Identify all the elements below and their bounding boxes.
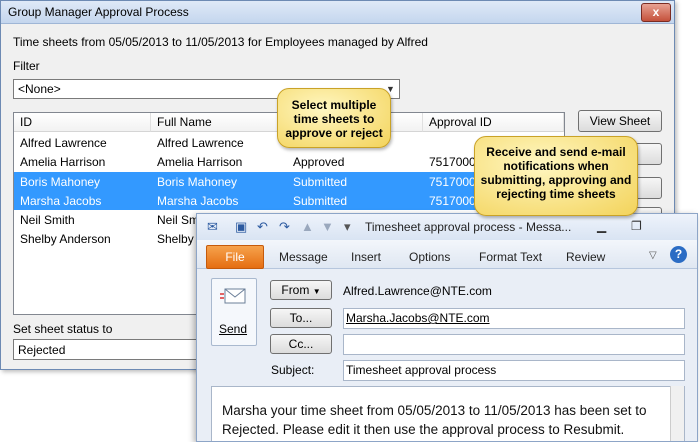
tab-format-text[interactable]: Format Text: [479, 250, 542, 264]
cell-id: Boris Mahoney: [20, 175, 101, 189]
cc-field[interactable]: [343, 334, 685, 355]
cc-button[interactable]: Cc...: [270, 334, 332, 354]
cell-id: Neil Smith: [20, 213, 75, 227]
message-body[interactable]: Marsha your time sheet from 05/05/2013 t…: [211, 386, 685, 441]
cell-id: Amelia Harrison: [20, 155, 106, 169]
redo-icon[interactable]: ↷: [279, 219, 290, 235]
help-icon[interactable]: ?: [670, 246, 687, 263]
restore-icon[interactable]: ❐: [631, 219, 642, 233]
callout-multi-select: Select multiple time sheets to approve o…: [277, 88, 391, 148]
message-body-text: Marsha your time sheet from 05/05/2013 t…: [222, 403, 647, 437]
arrow-up-icon[interactable]: ▲: [301, 219, 314, 234]
body-scrollbar[interactable]: [670, 386, 684, 441]
minimize-icon[interactable]: ▁: [597, 219, 606, 233]
message-title-bar: ✉ ▣ ↶ ↷ ▲ ▼ ▾ Timesheet approval process…: [197, 214, 697, 240]
cell-full-name: Marsha Jacobs: [157, 194, 239, 208]
ribbon-collapse-icon[interactable]: ▽: [649, 250, 657, 261]
subject-field[interactable]: Timesheet approval process: [343, 360, 685, 381]
cell-status: Approved: [293, 155, 345, 169]
period-description: Time sheets from 05/05/2013 to 11/05/201…: [13, 35, 428, 49]
undo-icon[interactable]: ↶: [257, 219, 268, 235]
send-envelope-icon: [220, 288, 246, 304]
message-title: Timesheet approval process - Messa...: [365, 220, 572, 234]
tab-file[interactable]: File: [206, 245, 264, 269]
cell-status: Submitted: [293, 175, 348, 189]
cell-approval-id: 7517000: [429, 155, 476, 169]
tab-message[interactable]: Message: [279, 250, 328, 264]
subject-value: Timesheet approval process: [346, 363, 497, 377]
outlook-icon: ✉: [207, 219, 218, 234]
cell-approval-id: 7517000: [429, 175, 476, 189]
from-button[interactable]: From ▼: [270, 280, 332, 300]
cell-id: Shelby Anderson: [20, 232, 111, 246]
send-label: Send: [219, 322, 248, 336]
to-button[interactable]: To...: [270, 308, 332, 328]
cell-full-name: Alfred Lawrence: [157, 136, 244, 150]
callout-email-notifications: Receive and send e-mail notifications wh…: [474, 136, 638, 216]
tab-insert[interactable]: Insert: [351, 250, 381, 264]
send-button[interactable]: Send: [211, 278, 257, 346]
arrow-down-icon[interactable]: ▼: [321, 219, 334, 234]
cell-status: Submitted: [293, 194, 348, 208]
status-label: Set sheet status to: [13, 322, 113, 336]
cell-approval-id: 7517000: [429, 194, 476, 208]
column-header-id[interactable]: ID: [14, 113, 151, 132]
save-icon[interactable]: ▣: [235, 219, 247, 235]
to-field[interactable]: Marsha.Jacobs@NTE.com: [343, 308, 685, 329]
column-header-full-name[interactable]: Full Name: [151, 113, 287, 132]
chevron-down-icon: ▼: [312, 287, 321, 296]
cell-full-name: Boris Mahoney: [157, 175, 238, 189]
customize-toolbar-icon[interactable]: ▾: [344, 219, 351, 235]
column-header-approval-id[interactable]: Approval ID: [423, 113, 564, 132]
close-button[interactable]: x: [641, 3, 671, 22]
window-title: Group Manager Approval Process: [8, 5, 189, 19]
from-value: Alfred.Lawrence@NTE.com: [343, 284, 492, 298]
view-sheet-button[interactable]: View Sheet: [578, 110, 662, 132]
from-button-label: From: [281, 283, 310, 297]
cell-full-name: Amelia Harrison: [157, 155, 243, 169]
tab-review[interactable]: Review: [566, 250, 605, 264]
title-bar: Group Manager Approval Process x: [1, 1, 674, 24]
cell-id: Alfred Lawrence: [20, 136, 107, 150]
email-message-window: ✉ ▣ ↶ ↷ ▲ ▼ ▾ Timesheet approval process…: [196, 213, 698, 442]
subject-label: Subject:: [271, 363, 315, 377]
cell-id: Marsha Jacobs: [20, 194, 102, 208]
tab-options[interactable]: Options: [409, 250, 450, 264]
to-recipient: Marsha.Jacobs@NTE.com: [346, 311, 490, 325]
filter-label: Filter: [13, 59, 40, 73]
status-value: Rejected: [18, 343, 66, 357]
filter-value: <None>: [18, 82, 61, 96]
